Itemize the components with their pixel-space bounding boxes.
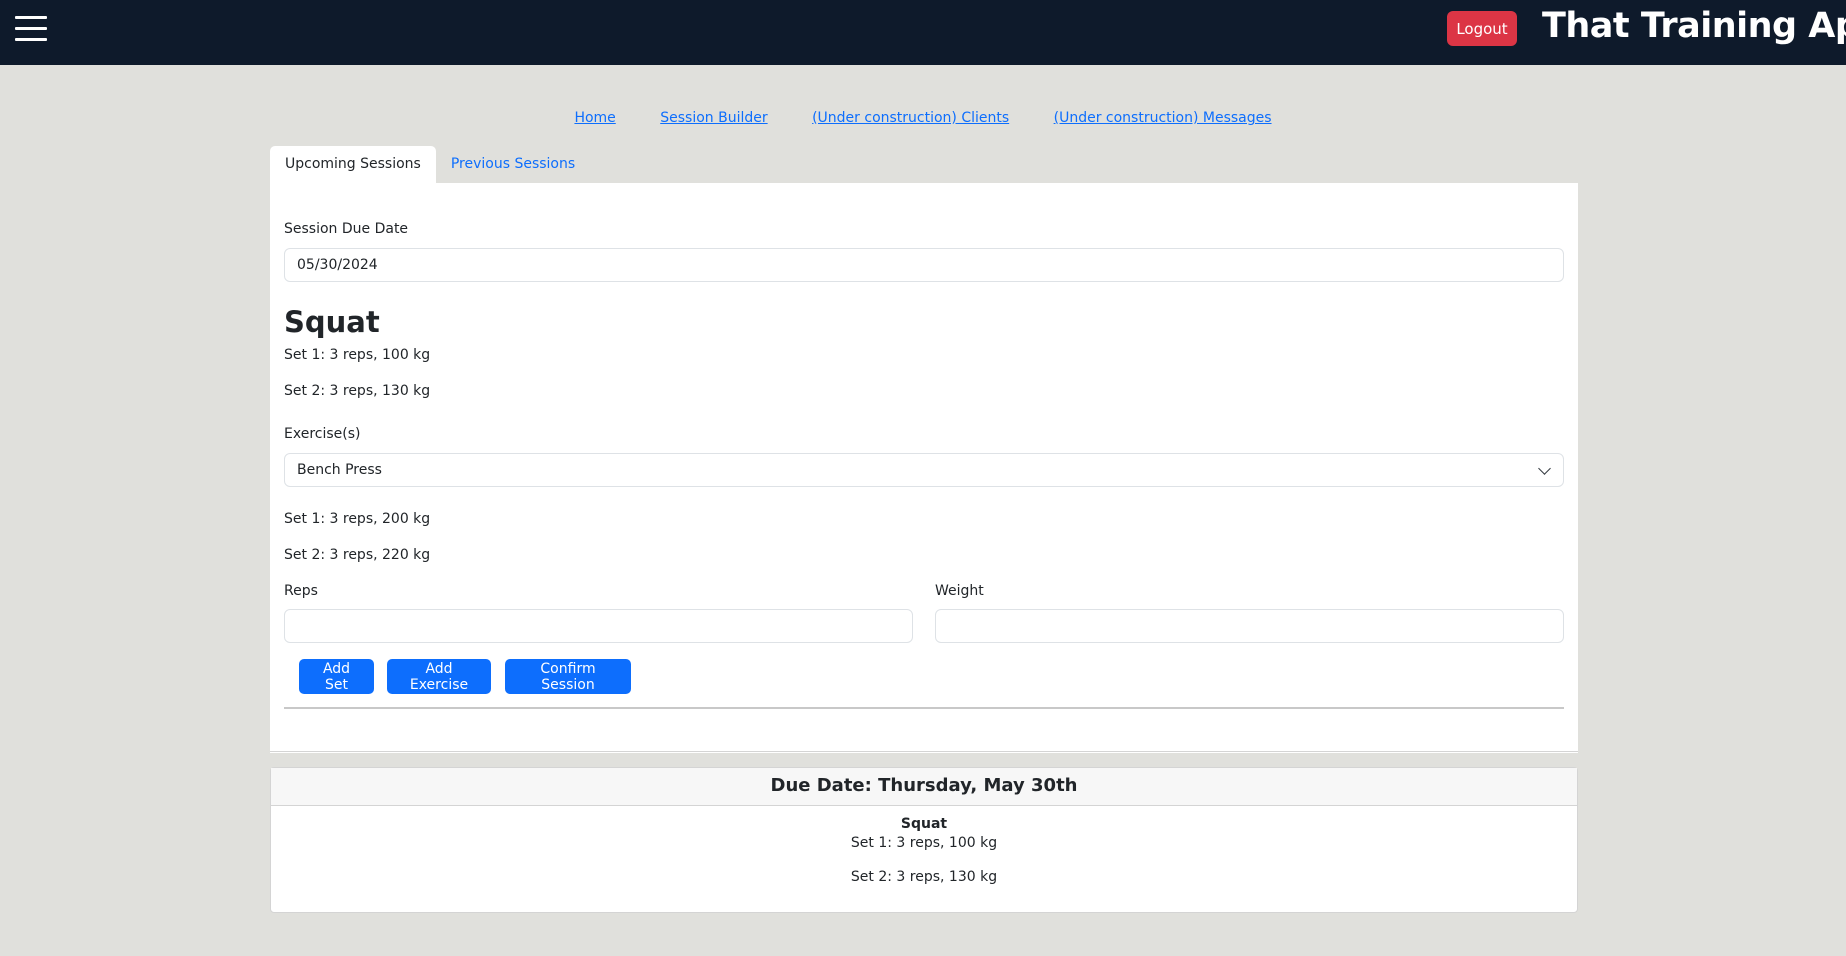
app-title: That Training App [1542,6,1846,46]
add-set-button[interactable]: Add Set [299,659,374,694]
weight-label: Weight [935,583,984,599]
nav-link-home[interactable]: Home [574,110,615,126]
tab-previous-sessions[interactable]: Previous Sessions [436,146,590,183]
due-date-input[interactable] [284,248,1564,282]
chevron-down-icon [1538,462,1551,475]
logout-button[interactable]: Logout [1447,11,1517,46]
exercise-select[interactable]: Bench Press [284,453,1564,487]
nav-link-session-builder[interactable]: Session Builder [660,110,767,126]
session-tabs: Upcoming Sessions Previous Sessions [270,146,590,183]
exercise-select-value: Bench Press [297,462,382,478]
divider [284,707,1564,709]
weight-input[interactable] [935,609,1564,643]
session-summary-card: Due Date: Thursday, May 30th Squat Set 1… [270,767,1578,913]
tab-upcoming-sessions[interactable]: Upcoming Sessions [270,146,436,183]
current-exercise-title: Squat [284,305,380,339]
exercise-select-label: Exercise(s) [284,426,361,442]
current-exercise-set: Set 2: 3 reps, 130 kg [284,383,431,399]
session-summary-title: Due Date: Thursday, May 30th [271,768,1577,806]
selected-exercise-set: Set 1: 3 reps, 200 kg [284,511,431,527]
summary-exercise-name: Squat [900,816,948,832]
due-date-label: Session Due Date [284,221,409,237]
confirm-session-button[interactable]: Confirm Session [505,659,631,694]
session-builder-panel: Session Due Date Squat Set 1: 3 reps, 10… [270,183,1578,753]
reps-label: Reps [284,583,318,599]
summary-set: Set 1: 3 reps, 100 kg [850,835,998,851]
selected-exercise-set: Set 2: 3 reps, 220 kg [284,547,431,563]
session-summary-body: Squat Set 1: 3 reps, 100 kg Set 2: 3 rep… [271,816,1577,885]
top-bar: Logout That Training App [0,0,1846,65]
divider [270,751,1578,752]
nav-link-clients[interactable]: (Under construction) Clients [812,110,1009,126]
current-exercise-set: Set 1: 3 reps, 100 kg [284,347,431,363]
main-nav: Home Session Builder (Under construction… [0,110,1846,126]
add-exercise-button[interactable]: Add Exercise [387,659,491,694]
reps-input[interactable] [284,609,913,643]
hamburger-menu-icon[interactable] [15,16,47,42]
summary-set: Set 2: 3 reps, 130 kg [850,869,998,885]
nav-link-messages[interactable]: (Under construction) Messages [1054,110,1272,126]
